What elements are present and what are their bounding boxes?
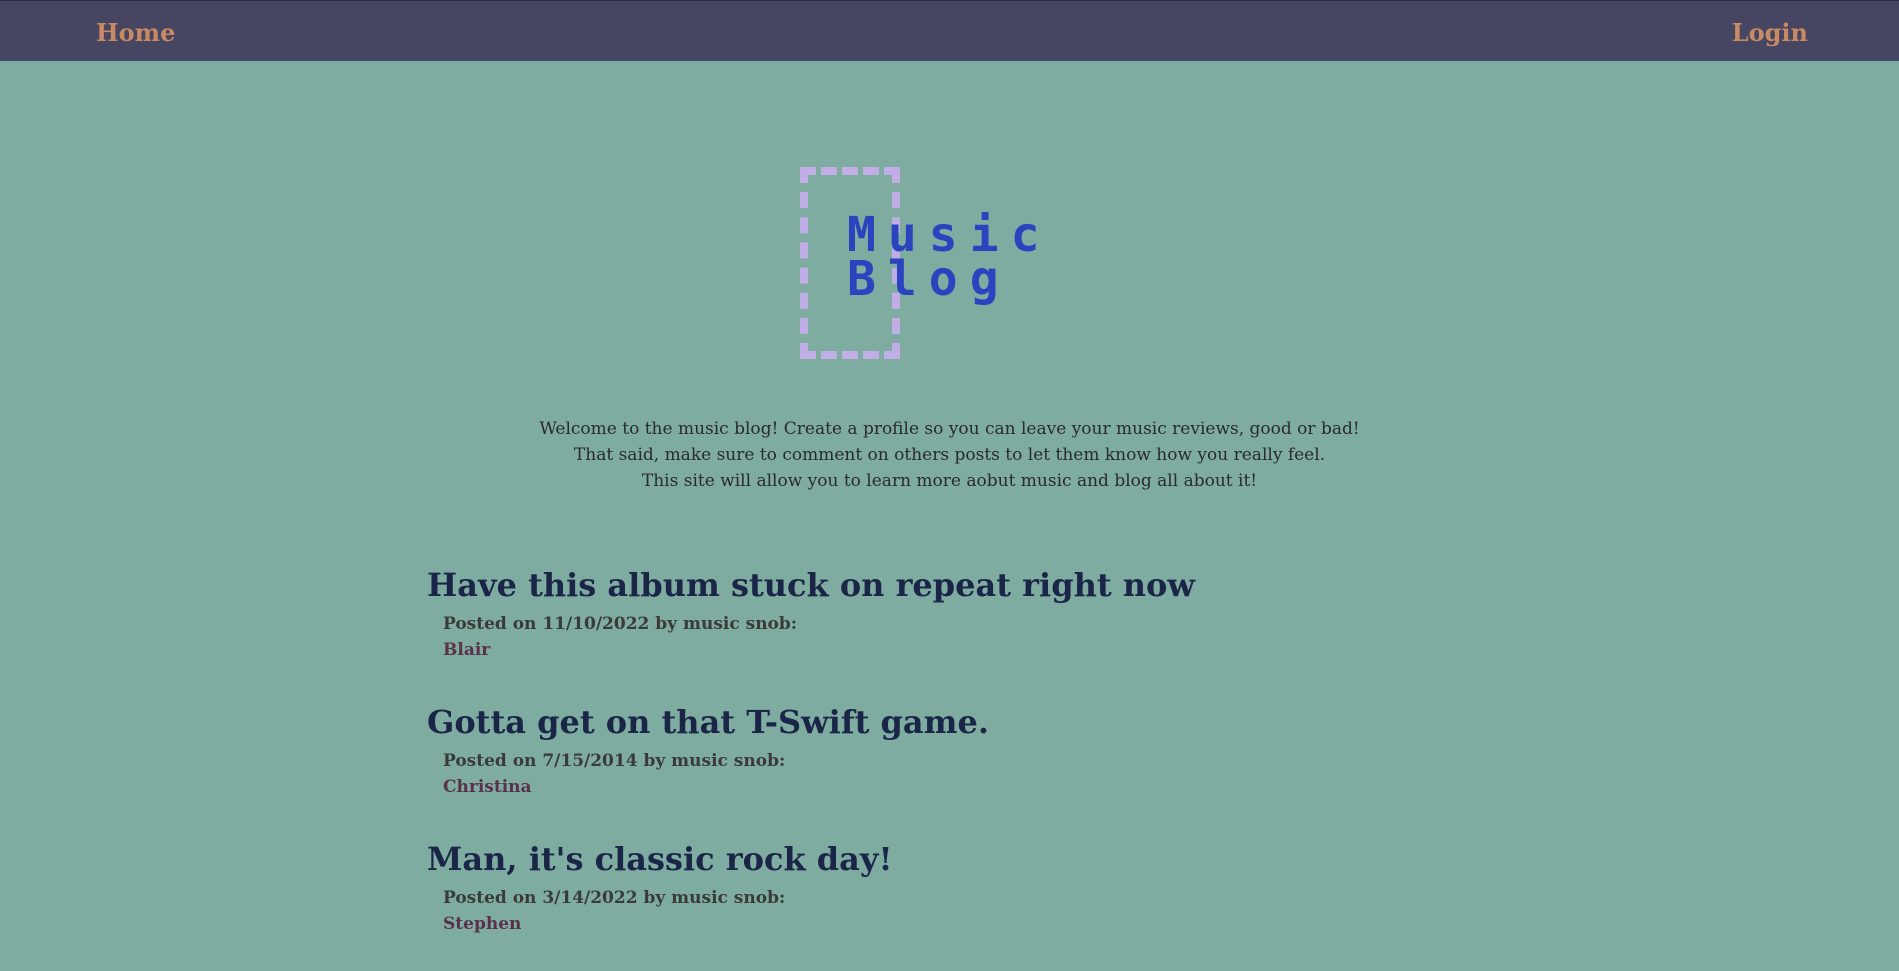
post-list: Have this album stuck on repeat right no… bbox=[427, 560, 1427, 971]
site-logo: Music Blog bbox=[800, 167, 1100, 359]
post-meta: Posted on 7/15/2014 by music snob: bbox=[443, 751, 786, 771]
intro-line: Welcome to the music blog! Create a prof… bbox=[539, 419, 1360, 439]
post-item: Have this album stuck on repeat right no… bbox=[427, 560, 1427, 697]
post-author[interactable]: Stephen bbox=[443, 911, 1427, 937]
post-title[interactable]: Man, it's classic rock day! bbox=[427, 834, 1427, 884]
navbar: Home Login bbox=[0, 0, 1899, 61]
intro-text: Welcome to the music blog! Create a prof… bbox=[0, 416, 1899, 494]
post-author[interactable]: Blair bbox=[443, 637, 1427, 663]
intro-line: That said, make sure to comment on other… bbox=[573, 445, 1326, 465]
post-item: Gotta get on that T-Swift game. Posted o… bbox=[427, 697, 1427, 834]
logo-text: Music Blog bbox=[847, 211, 1052, 303]
nav-home-link[interactable]: Home bbox=[96, 18, 175, 47]
post-title[interactable]: Gotta get on that T-Swift game. bbox=[427, 697, 1427, 747]
post-meta: Posted on 3/14/2022 by music snob: bbox=[443, 888, 786, 908]
post-title[interactable]: Have this album stuck on repeat right no… bbox=[427, 560, 1427, 610]
post-meta: Posted on 11/10/2022 by music snob: bbox=[443, 614, 798, 634]
nav-login-link[interactable]: Login bbox=[1732, 18, 1808, 47]
post-item: Man, it's classic rock day! Posted on 3/… bbox=[427, 834, 1427, 971]
post-author[interactable]: Christina bbox=[443, 774, 1427, 800]
logo-line-2: Blog bbox=[847, 251, 1011, 307]
intro-line: This site will allow you to learn more a… bbox=[641, 471, 1258, 491]
